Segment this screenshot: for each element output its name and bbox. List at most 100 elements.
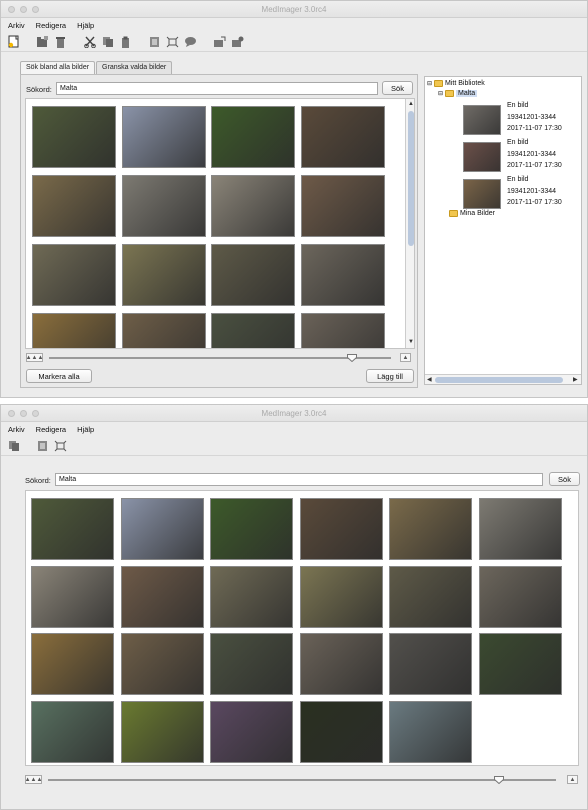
tree-folder-malta[interactable]: ⊟ Malta: [438, 90, 478, 97]
horizontal-scrollbar[interactable]: ◀ ▶: [425, 374, 581, 384]
scroll-up-icon[interactable]: ▲: [408, 101, 414, 107]
image-thumbnail[interactable]: [120, 700, 204, 763]
image-thumbnail[interactable]: [31, 633, 114, 695]
cut-icon[interactable]: [83, 35, 96, 48]
tree-leaf-line: 2017-11-07 17:30: [507, 199, 562, 206]
tree-root[interactable]: ⊟ Mitt Bibliotek: [427, 80, 485, 87]
scroll-left-icon[interactable]: ◀: [427, 376, 432, 383]
search-input[interactable]: Malta: [56, 82, 378, 95]
search-label: Sökord:: [25, 476, 51, 485]
new-folder-icon[interactable]: [36, 35, 49, 48]
image-thumbnail[interactable]: [300, 106, 385, 168]
menu-arkiv[interactable]: Arkiv: [8, 425, 25, 434]
image-thumbnail[interactable]: [478, 565, 562, 628]
title-bar[interactable]: MedImager 3.0rc4: [1, 405, 587, 422]
fit-to-frame-icon[interactable]: [166, 35, 179, 48]
fit-to-frame-icon[interactable]: [54, 439, 67, 452]
image-thumbnail[interactable]: [389, 565, 472, 628]
menu-redigera[interactable]: Redigera: [36, 21, 66, 30]
image-thumbnail[interactable]: [389, 700, 472, 763]
image-thumbnail[interactable]: [32, 244, 116, 306]
image-thumbnail[interactable]: [31, 700, 114, 763]
image-thumbnail[interactable]: [389, 633, 472, 695]
scroll-down-icon[interactable]: ▼: [408, 339, 414, 345]
zoom-in-icon[interactable]: ▲: [567, 775, 578, 784]
image-thumbnail[interactable]: [478, 633, 562, 695]
image-thumbnail[interactable]: [300, 244, 385, 306]
image-thumbnail[interactable]: [210, 498, 293, 560]
vertical-scrollbar[interactable]: ▲ ▼: [405, 99, 414, 348]
scroll-right-icon[interactable]: ▶: [573, 376, 578, 383]
tree-leaf-thumbnail[interactable]: [463, 105, 501, 135]
image-thumbnail[interactable]: [32, 313, 116, 348]
tree-leaf-line: 19341201-3344: [507, 113, 557, 121]
zoom-slider-track[interactable]: [49, 357, 391, 359]
tree-leaf-line: 19341201-3344: [507, 150, 557, 158]
image-thumbnail[interactable]: [121, 175, 206, 237]
search-button[interactable]: Sök: [382, 81, 413, 95]
image-thumbnail[interactable]: [299, 565, 383, 628]
tree-leaf-thumbnail[interactable]: [463, 142, 501, 172]
document-icon[interactable]: [148, 35, 161, 48]
tab-search-all[interactable]: Sök bland alla bilder: [20, 61, 96, 74]
zoom-out-icon[interactable]: ▲▲▲: [25, 775, 42, 784]
tree-folder-label: Mina Bilder: [460, 210, 496, 217]
image-thumbnail[interactable]: [211, 244, 295, 306]
tree-folder-mina-bilder[interactable]: Mina Bilder: [449, 210, 495, 217]
collapse-icon[interactable]: ⊟: [438, 90, 443, 97]
menu-arkiv[interactable]: Arkiv: [8, 21, 25, 30]
new-document-icon[interactable]: [7, 35, 20, 48]
user-images-icon[interactable]: [231, 35, 244, 48]
menu-redigera[interactable]: Redigera: [36, 425, 66, 434]
image-thumbnail[interactable]: [120, 498, 204, 560]
search-button[interactable]: Sök: [549, 472, 580, 486]
tree-leaf-thumbnail[interactable]: [463, 179, 501, 209]
image-thumbnail[interactable]: [299, 498, 383, 560]
image-thumbnail[interactable]: [120, 565, 204, 628]
scrollbar-thumb[interactable]: [435, 377, 563, 383]
search-input[interactable]: Malta: [55, 473, 543, 486]
image-thumbnail[interactable]: [299, 700, 383, 763]
zoom-in-icon[interactable]: ▲: [400, 353, 411, 362]
trash-icon[interactable]: [54, 35, 67, 48]
menu-hjalp[interactable]: Hjälp: [77, 425, 94, 434]
image-thumbnail[interactable]: [120, 633, 204, 695]
comment-icon[interactable]: [184, 35, 197, 48]
import-icon[interactable]: [213, 35, 226, 48]
image-thumbnail[interactable]: [121, 244, 206, 306]
scrollbar-thumb[interactable]: [408, 111, 414, 246]
image-thumbnail[interactable]: [211, 106, 295, 168]
image-thumbnail[interactable]: [478, 498, 562, 560]
image-thumbnail[interactable]: [31, 498, 114, 560]
title-bar[interactable]: MedImager 3.0rc4: [1, 1, 587, 18]
image-thumbnail[interactable]: [32, 106, 116, 168]
menu-bar: Arkiv Redigera Hjälp: [1, 18, 587, 32]
main-window: MedImager 3.0rc4 Arkiv Redigera Hjälp Sö…: [0, 0, 588, 398]
image-thumbnail[interactable]: [300, 175, 385, 237]
menu-hjalp[interactable]: Hjälp: [77, 21, 94, 30]
add-button[interactable]: Lägg till: [366, 369, 414, 383]
image-thumbnail[interactable]: [210, 633, 293, 695]
paste-icon[interactable]: [119, 35, 132, 48]
copy-icon[interactable]: [7, 439, 20, 452]
select-all-button[interactable]: Markera alla: [26, 369, 92, 383]
image-thumbnail[interactable]: [299, 633, 383, 695]
zoom-out-icon[interactable]: ▲▲▲: [26, 353, 43, 362]
image-thumbnail[interactable]: [121, 313, 206, 348]
image-thumbnail[interactable]: [211, 313, 295, 348]
image-thumbnail[interactable]: [210, 565, 293, 628]
tab-review-selected[interactable]: Granska valda bilder: [96, 61, 173, 74]
copy-icon[interactable]: [101, 35, 114, 48]
image-thumbnail[interactable]: [32, 175, 116, 237]
image-thumbnail[interactable]: [210, 700, 293, 763]
image-thumbnail[interactable]: [121, 106, 206, 168]
collapse-icon[interactable]: ⊟: [427, 80, 432, 87]
document-icon[interactable]: [36, 439, 49, 452]
image-thumbnail[interactable]: [300, 313, 385, 348]
zoom-slider-track[interactable]: [48, 779, 556, 781]
image-thumbnail[interactable]: [389, 498, 472, 560]
image-thumbnail[interactable]: [31, 565, 114, 628]
image-thumbnail[interactable]: [211, 175, 295, 237]
zoom-slider-knob[interactable]: [494, 776, 504, 784]
zoom-slider-knob[interactable]: [347, 354, 357, 362]
